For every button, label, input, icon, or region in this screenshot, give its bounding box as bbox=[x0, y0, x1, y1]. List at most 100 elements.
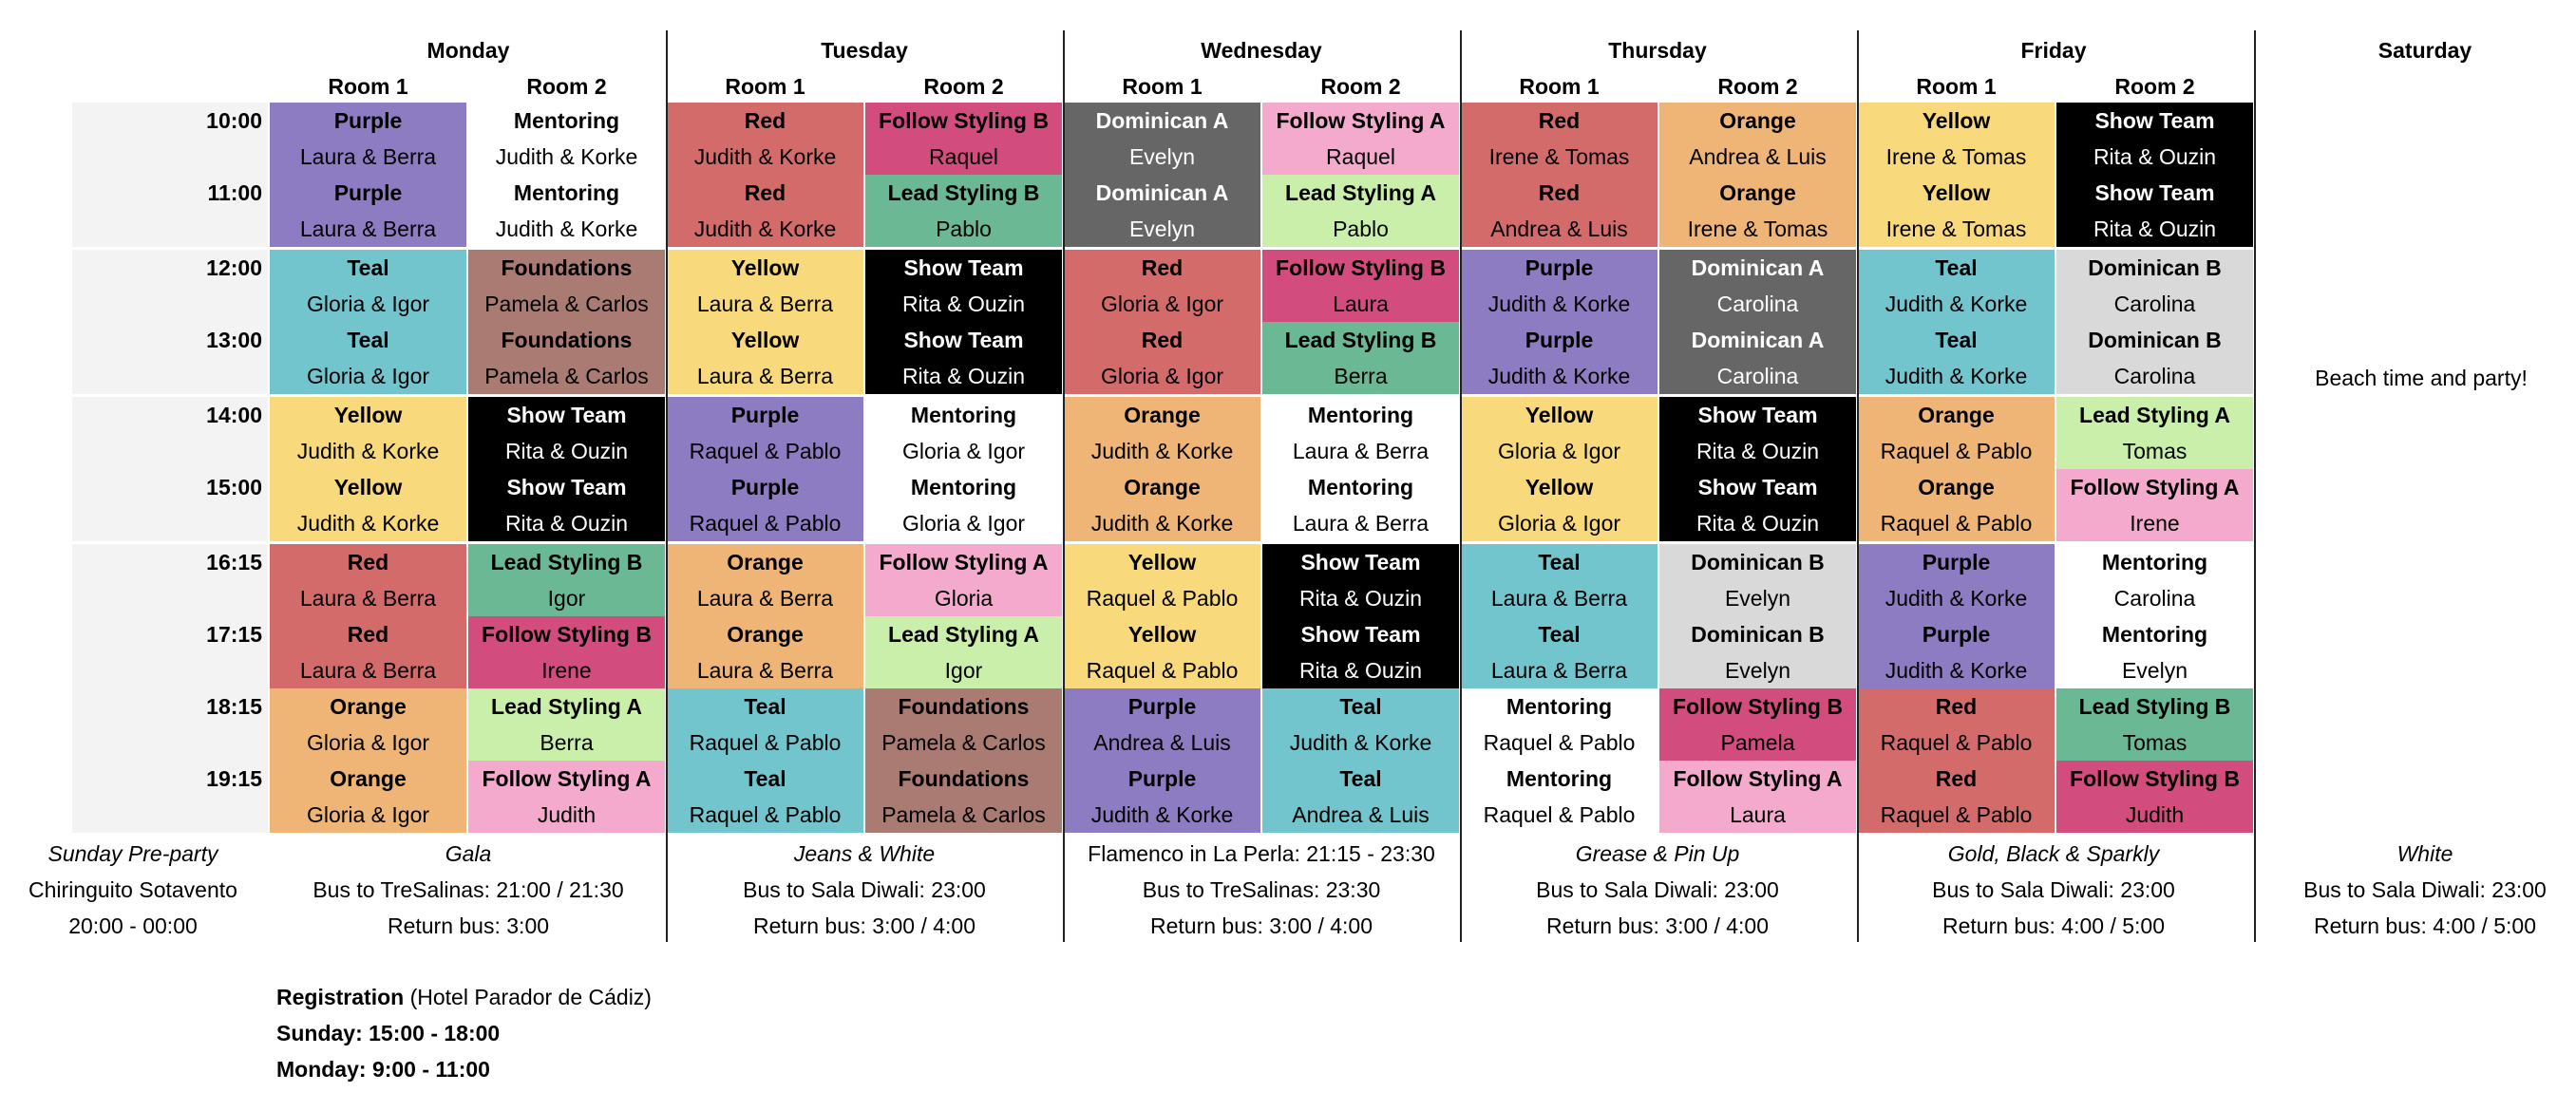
class-slot-teal: Teal Raquel & Pablo bbox=[667, 688, 863, 761]
party-bus: Bus to TreSalinas: 21:00 / 21:30 bbox=[313, 876, 624, 902]
class-slot-red: Red Raquel & Pablo bbox=[1858, 761, 2055, 833]
teachers: Tomas bbox=[2122, 730, 2188, 755]
class-slot-orange: Orange Judith & Korke bbox=[1064, 469, 1260, 541]
teachers: Carolina bbox=[2113, 364, 2196, 388]
class-slot-show-team: Show Team Rita & Ouzin bbox=[1262, 544, 1459, 616]
class-name: Mentoring bbox=[1506, 766, 1613, 791]
class-slot-purple: Purple Andrea & Luis bbox=[1064, 688, 1260, 761]
class-slot-purple: Purple Laura & Berra bbox=[270, 175, 466, 247]
party-return-bus: Return bus: 3:00 / 4:00 bbox=[753, 913, 975, 938]
teachers: Raquel bbox=[929, 144, 998, 169]
class-slot-red: Red Laura & Berra bbox=[270, 616, 466, 688]
class-name: Show Team bbox=[2094, 180, 2215, 205]
class-slot-teal: Teal Gloria & Igor bbox=[270, 322, 466, 394]
party-theme: Gold, Black & Sparkly bbox=[1947, 840, 2160, 866]
room-header: Room 2 bbox=[923, 73, 1004, 99]
teachers: Laura & Berra bbox=[696, 586, 834, 611]
class-name: Teal bbox=[347, 328, 389, 352]
class-slot-show-team: Show Team Rita & Ouzin bbox=[468, 397, 665, 469]
teachers: Judith & Korke bbox=[495, 217, 638, 241]
class-name: Lead Styling A bbox=[888, 622, 1039, 647]
sunday-preparty-line: Sunday Pre-party bbox=[47, 840, 218, 866]
teachers: Judith & Korke bbox=[1885, 364, 2028, 388]
class-name: Purple bbox=[1127, 694, 1197, 719]
class-slot-dominican-b: Dominican B Evelyn bbox=[1659, 616, 1856, 688]
class-slot-orange: Orange Laura & Berra bbox=[667, 616, 863, 688]
class-slot-follow-styling-b: Follow Styling B Pamela bbox=[1659, 688, 1856, 761]
party-bus: Bus to TreSalinas: 23:30 bbox=[1142, 876, 1381, 902]
room-header: Room 2 bbox=[526, 73, 607, 99]
registration-heading: Registration (Hotel Parador de Cádiz) bbox=[276, 979, 652, 1015]
class-slot-red: Red Gloria & Igor bbox=[1064, 322, 1260, 394]
teachers: Laura & Berra bbox=[299, 144, 437, 169]
class-name: Show Team bbox=[903, 255, 1024, 280]
teachers: Pablo bbox=[936, 217, 992, 241]
teachers: Laura & Berra bbox=[696, 364, 834, 388]
day-separator bbox=[666, 30, 668, 942]
class-slot-follow-styling-a: Follow Styling A Laura bbox=[1659, 761, 1856, 833]
class-name: Lead Styling A bbox=[1285, 180, 1436, 205]
class-slot-yellow: Yellow Gloria & Igor bbox=[1461, 397, 1657, 469]
class-slot-teal: Teal Laura & Berra bbox=[1461, 544, 1657, 616]
teachers: Raquel & Pablo bbox=[1880, 730, 2033, 755]
class-name: Red bbox=[1538, 180, 1581, 205]
party-theme: White bbox=[2396, 840, 2453, 866]
class-name: Purple bbox=[1525, 255, 1594, 280]
teachers: Irene bbox=[2130, 511, 2180, 536]
class-name: Teal bbox=[1339, 766, 1382, 791]
teachers: Judith & Korke bbox=[296, 439, 440, 463]
class-name: Show Team bbox=[506, 403, 627, 427]
class-name: Orange bbox=[1719, 108, 1796, 133]
class-name: Purple bbox=[730, 403, 800, 427]
teachers: Rita & Ouzin bbox=[504, 439, 629, 463]
class-slot-foundations: Foundations Pamela & Carlos bbox=[468, 250, 665, 322]
class-slot-mentoring: Mentoring Gloria & Igor bbox=[865, 397, 1062, 469]
teachers: Laura & Berra bbox=[1490, 658, 1628, 683]
class-name: Dominican A bbox=[1691, 328, 1825, 352]
party-return-bus: Return bus: 4:00 / 5:00 bbox=[1942, 913, 2165, 938]
class-slot-lead-styling-a: Lead Styling A Igor bbox=[865, 616, 1062, 688]
teachers: Pamela & Carlos bbox=[484, 292, 649, 316]
teachers: Raquel & Pablo bbox=[1483, 802, 1636, 827]
class-name: Purple bbox=[730, 475, 800, 499]
teachers: Rita & Ouzin bbox=[1298, 658, 1423, 683]
class-slot-show-team: Show Team Rita & Ouzin bbox=[865, 322, 1062, 394]
class-slot-purple: Purple Raquel & Pablo bbox=[667, 397, 863, 469]
class-name: Mentoring bbox=[2101, 622, 2208, 647]
room-header: Room 2 bbox=[1320, 73, 1401, 99]
teachers: Raquel & Pablo bbox=[689, 802, 842, 827]
class-slot-teal: Teal Andrea & Luis bbox=[1262, 761, 1459, 833]
time-label: 13:00 bbox=[206, 327, 262, 352]
class-slot-teal: Teal Gloria & Igor bbox=[270, 250, 466, 322]
class-name: Lead Styling B bbox=[2078, 694, 2231, 719]
class-name: Foundations bbox=[501, 328, 633, 352]
class-name: Show Team bbox=[1300, 622, 1421, 647]
class-name: Orange bbox=[1124, 475, 1201, 499]
class-slot-dominican-b: Dominican B Evelyn bbox=[1659, 544, 1856, 616]
teachers: Laura & Berra bbox=[1490, 586, 1628, 611]
teachers: Evelyn bbox=[2121, 658, 2188, 683]
class-slot-follow-styling-a: Follow Styling A Raquel bbox=[1262, 103, 1459, 175]
teachers: Rita & Ouzin bbox=[1695, 439, 1820, 463]
teachers: Laura & Berra bbox=[1292, 511, 1430, 536]
class-slot-show-team: Show Team Rita & Ouzin bbox=[2056, 103, 2253, 175]
class-slot-follow-styling-b: Follow Styling B Raquel bbox=[865, 103, 1062, 175]
class-slot-orange: Orange Gloria & Igor bbox=[270, 688, 466, 761]
class-slot-lead-styling-b: Lead Styling B Igor bbox=[468, 544, 665, 616]
class-slot-mentoring: Mentoring Evelyn bbox=[2056, 616, 2253, 688]
teachers: Raquel & Pablo bbox=[1086, 658, 1239, 683]
class-name: Dominican B bbox=[1691, 622, 1825, 647]
class-slot-mentoring: Mentoring Raquel & Pablo bbox=[1461, 688, 1657, 761]
class-name: Dominican B bbox=[1691, 550, 1825, 574]
teachers: Judith bbox=[2125, 802, 2185, 827]
teachers: Raquel & Pablo bbox=[1483, 730, 1636, 755]
time-label: 14:00 bbox=[206, 402, 262, 427]
teachers: Laura bbox=[1730, 802, 1786, 827]
class-name: Mentoring bbox=[513, 108, 620, 133]
class-slot-orange: Orange Laura & Berra bbox=[667, 544, 863, 616]
time-label: 11:00 bbox=[207, 179, 262, 205]
class-name: Teal bbox=[744, 766, 786, 791]
party-return-bus: Return bus: 3:00 / 4:00 bbox=[1150, 913, 1373, 938]
registration-monday: Monday: 9:00 - 11:00 bbox=[276, 1051, 490, 1087]
party-bus: Bus to Sala Diwali: 23:00 bbox=[1932, 876, 2175, 902]
